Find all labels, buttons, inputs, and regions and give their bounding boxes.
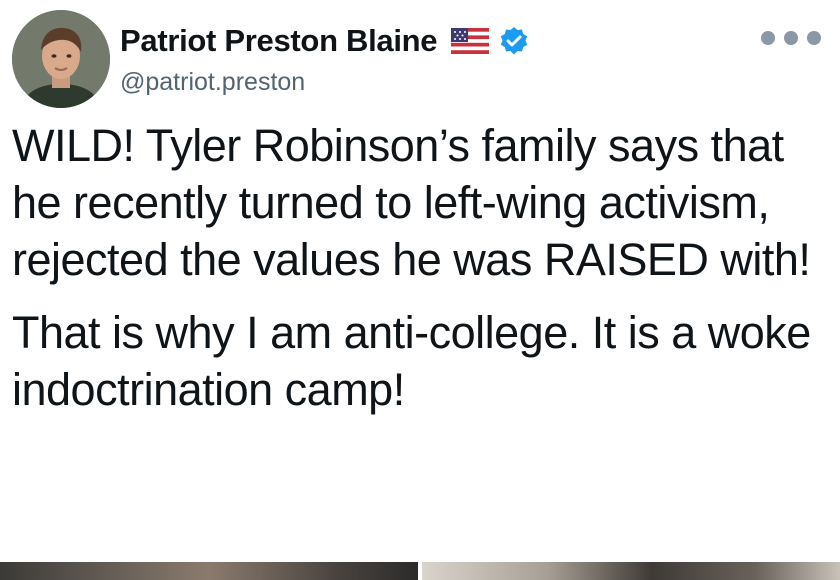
media-preview[interactable] (0, 562, 840, 580)
avatar-photo (12, 10, 110, 108)
more-options-icon[interactable] (761, 26, 821, 50)
more-dot (807, 31, 821, 45)
verified-badge-icon (499, 26, 529, 56)
more-dot (761, 31, 775, 45)
tweet-paragraph-1: WILD! Tyler Robinson’s family says that … (12, 120, 811, 285)
tweet-paragraph-2: That is why I am anti-college. It is a w… (12, 307, 811, 415)
author-handle[interactable]: @patriot.preston (120, 68, 305, 97)
display-name[interactable]: Patriot Preston Blaine (120, 23, 438, 59)
tweet-text: WILD! Tyler Robinson’s family says that … (12, 117, 832, 418)
us-flag-icon (451, 28, 490, 54)
media-image-right[interactable] (422, 562, 840, 580)
media-image-left[interactable] (0, 562, 418, 580)
more-dot (784, 31, 798, 45)
author-name-row: Patriot Preston Blaine (120, 22, 529, 60)
avatar[interactable] (12, 10, 110, 108)
